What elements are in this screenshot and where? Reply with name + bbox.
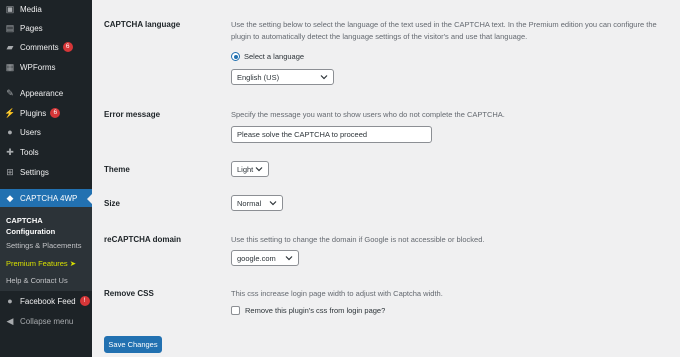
captcha-language-description: Use the setting below to select the lang… (231, 20, 657, 41)
recaptcha-domain-description: Use this setting to change the domain if… (231, 235, 485, 244)
theme-label: Theme (104, 165, 130, 174)
submenu-settings-placements[interactable]: Settings & Placements (6, 241, 81, 250)
comments-icon: ▰ (6, 41, 14, 52)
sidebar-item-label: Facebook Feed (20, 296, 76, 306)
sidebar-item-label: Tools (20, 147, 39, 157)
sidebar-item-label: WPForms (20, 62, 56, 72)
size-select[interactable]: Normal (231, 195, 283, 211)
sidebar-item-label: Media (20, 4, 42, 14)
captcha-icon: ◆ (6, 192, 14, 203)
media-icon: ▣ (5, 3, 15, 14)
sidebar-item-label: CAPTCHA 4WP (20, 193, 78, 203)
recaptcha-domain-select-value: google.com (237, 253, 276, 263)
error-message-label: Error message (104, 110, 161, 119)
admin-sidebar: ▣ Media ▤ Pages ▰ Comments 6 ▦ WPForms ✎… (0, 0, 92, 357)
collapse-icon: ◀ (6, 315, 14, 326)
error-message-input[interactable]: Please solve the CAPTCHA to proceed (231, 126, 432, 143)
recaptcha-domain-select[interactable]: google.com (231, 250, 299, 266)
tools-icon: ✚ (6, 146, 14, 157)
facebook-feed-alert-badge: ! (79, 296, 90, 306)
select-language-radio[interactable] (231, 52, 240, 61)
sidebar-item-label: Settings (20, 167, 49, 177)
sidebar-item-captcha-4wp[interactable]: ◆ CAPTCHA 4WP (0, 189, 92, 207)
plugins-icon: ⚡ (4, 107, 16, 118)
submenu-help-contact[interactable]: Help & Contact Us (6, 276, 68, 285)
error-message-value: Please solve the CAPTCHA to proceed (237, 130, 368, 139)
users-icon: ● (7, 127, 13, 137)
remove-css-description: This css increase login page width to ad… (231, 289, 443, 298)
chevron-down-icon (255, 167, 263, 172)
remove-css-checkbox-label: Remove this plugin's css from login page… (245, 306, 386, 315)
select-language-radio-label: Select a language (244, 52, 305, 61)
settings-icon: ⊞ (6, 166, 14, 177)
plugins-count-badge: 6 (50, 108, 61, 118)
sidebar-item-label: Pages (20, 23, 43, 33)
collapse-menu-label: Collapse menu (20, 316, 74, 326)
chevron-down-icon (285, 256, 293, 261)
remove-css-checkbox[interactable] (231, 306, 240, 315)
size-label: Size (104, 199, 121, 208)
sidebar-item-tools[interactable]: ✚ Tools (0, 143, 92, 161)
remove-css-label: Remove CSS (104, 289, 154, 298)
chevron-down-icon (320, 75, 328, 80)
sidebar-item-media[interactable]: ▣ Media (0, 0, 92, 18)
recaptcha-domain-label: reCAPTCHA domain (104, 235, 182, 244)
error-message-description: Specify the message you want to show use… (231, 110, 505, 119)
sidebar-item-users[interactable]: ● Users (0, 123, 92, 141)
sidebar-item-plugins[interactable]: ⚡ Plugins 6 (0, 104, 92, 122)
language-select[interactable]: English (US) (231, 69, 334, 85)
comments-count-badge: 6 (62, 42, 73, 52)
facebook-icon: ● (7, 296, 13, 306)
sidebar-item-appearance[interactable]: ✎ Appearance (0, 84, 92, 102)
sidebar-item-settings[interactable]: ⊞ Settings (0, 163, 92, 181)
sidebar-item-label: Comments (20, 42, 59, 52)
sidebar-item-label: Appearance (20, 88, 64, 98)
sidebar-item-facebook-feed[interactable]: ● Facebook Feed ! (0, 292, 92, 310)
captcha-language-label: CAPTCHA language (104, 20, 181, 29)
pages-icon: ▤ (5, 22, 15, 33)
sidebar-item-label: Plugins (20, 108, 47, 118)
wpforms-icon: ▦ (5, 61, 15, 72)
theme-select[interactable]: Light (231, 161, 269, 177)
sidebar-item-wpforms[interactable]: ▦ WPForms (0, 58, 92, 76)
captcha-submenu: CAPTCHA Configuration Settings & Placeme… (0, 207, 92, 291)
language-select-value: English (US) (237, 72, 280, 82)
save-changes-button[interactable]: Save Changes (104, 336, 162, 353)
submenu-premium-features[interactable]: Premium Features ➤ (6, 259, 76, 268)
collapse-menu-button[interactable]: ◀ Collapse menu (0, 312, 92, 330)
theme-select-value: Light (237, 164, 254, 174)
sidebar-item-comments[interactable]: ▰ Comments 6 (0, 38, 92, 56)
appearance-icon: ✎ (6, 87, 14, 98)
chevron-down-icon (269, 201, 277, 206)
submenu-captcha-configuration[interactable]: CAPTCHA Configuration (6, 215, 76, 237)
sidebar-item-label: Users (20, 127, 41, 137)
size-select-value: Normal (237, 198, 262, 208)
sidebar-item-pages[interactable]: ▤ Pages (0, 19, 92, 37)
